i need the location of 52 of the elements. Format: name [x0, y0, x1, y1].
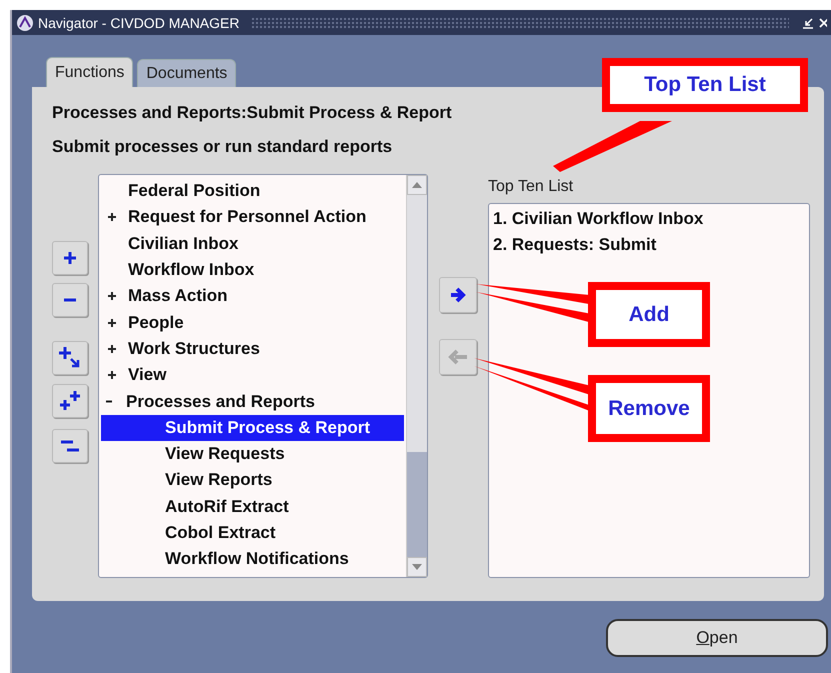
tree-item[interactable]: Work Structures: [101, 336, 404, 362]
close-icon[interactable]: [819, 16, 827, 30]
scroll-thumb[interactable]: [407, 452, 427, 557]
tree-item[interactable]: Civilian Inbox: [101, 230, 404, 257]
tree-item[interactable]: Cobol Extract: [101, 520, 404, 546]
plus-arrow-icon: [58, 346, 82, 370]
double-plus-icon: [58, 389, 82, 413]
minimize-icon[interactable]: [801, 16, 815, 30]
window-title: Navigator - CIVDOD MANAGER: [38, 14, 240, 30]
expand-icon[interactable]: [108, 213, 116, 222]
tree-item[interactable]: AutoRif Extract: [101, 494, 404, 520]
list-label: Top Ten List: [488, 177, 574, 197]
tree-item[interactable]: Request for Personnel Action: [101, 204, 404, 231]
expand-branch-button[interactable]: [52, 341, 88, 375]
callout: Add: [588, 282, 710, 347]
expand-icon[interactable]: [108, 371, 116, 380]
open-button[interactable]: Open: [606, 619, 828, 657]
tab[interactable]: Documents: [137, 59, 236, 87]
app-icon: [16, 14, 34, 32]
double-minus-icon: [59, 438, 81, 454]
scroll-up-icon[interactable]: [412, 182, 422, 188]
callout: Remove: [588, 375, 710, 442]
callout: Top Ten List: [602, 58, 808, 112]
scrollbar[interactable]: [406, 175, 427, 577]
collapse-all-button[interactable]: [52, 429, 88, 463]
tree-item[interactable]: Federal Position: [101, 178, 404, 204]
section-heading: Processes and Reports:Submit Process & Report: [52, 102, 453, 124]
tree-item[interactable]: People: [101, 309, 404, 336]
plus-icon: [63, 251, 77, 265]
list-item[interactable]: 1. Civilian Workflow Inbox: [493, 206, 809, 232]
minus-icon: [63, 297, 77, 303]
list-item[interactable]: 2. Requests: Submit: [493, 232, 809, 258]
add-button[interactable]: [439, 277, 477, 313]
expand-all-button[interactable]: [52, 384, 88, 418]
tree-item[interactable]: Submit Process & Report: [101, 414, 404, 441]
tree-item[interactable]: Workflow Inbox: [101, 256, 404, 284]
expand-icon[interactable]: [108, 292, 116, 300]
tree-item[interactable]: View Requests: [101, 440, 404, 468]
tab[interactable]: Functions: [46, 57, 134, 87]
tree-item[interactable]: Workflow Notifications: [101, 546, 404, 572]
tree-item[interactable]: Mass Action: [101, 283, 404, 310]
expand-button[interactable]: [52, 241, 88, 275]
left-arrow-icon: [447, 347, 469, 367]
expand-icon[interactable]: [108, 344, 116, 353]
tree-item[interactable]: Processes and Reports: [101, 388, 404, 415]
tree-item[interactable]: View Reports: [101, 467, 404, 494]
collapse-icon[interactable]: [106, 400, 112, 404]
collapse-button[interactable]: [52, 283, 88, 317]
expand-icon[interactable]: [108, 318, 116, 327]
tree-item[interactable]: View: [101, 362, 404, 388]
scroll-down-icon[interactable]: [412, 564, 422, 570]
section-description: Submit processes or run standard reports: [52, 137, 394, 158]
